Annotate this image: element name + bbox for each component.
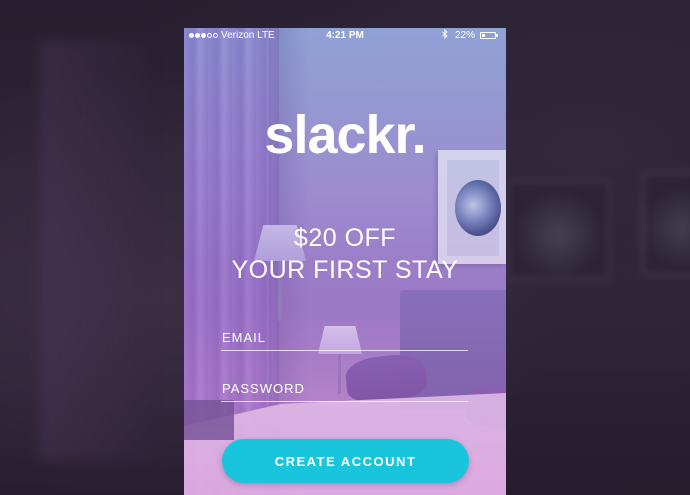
app-logo: slackr.	[264, 105, 426, 165]
bluetooth-icon	[442, 28, 448, 44]
battery-tip	[496, 34, 498, 37]
promo-subheadline: YOUR FIRST STAY	[231, 256, 459, 284]
status-bar: Verizon LTE 4:21 PM 22%	[184, 28, 506, 44]
battery-percentage: 22%	[455, 30, 476, 41]
promo-headline: $20 OFF	[293, 224, 397, 252]
phone-screen: Verizon LTE 4:21 PM 22% slackr. $20 OFF …	[184, 28, 506, 495]
battery-icon	[480, 32, 496, 39]
email-field[interactable]	[221, 325, 468, 351]
create-account-button[interactable]: CREATE ACCOUNT	[222, 439, 469, 483]
battery-level	[482, 34, 485, 37]
password-field[interactable]	[221, 376, 468, 402]
